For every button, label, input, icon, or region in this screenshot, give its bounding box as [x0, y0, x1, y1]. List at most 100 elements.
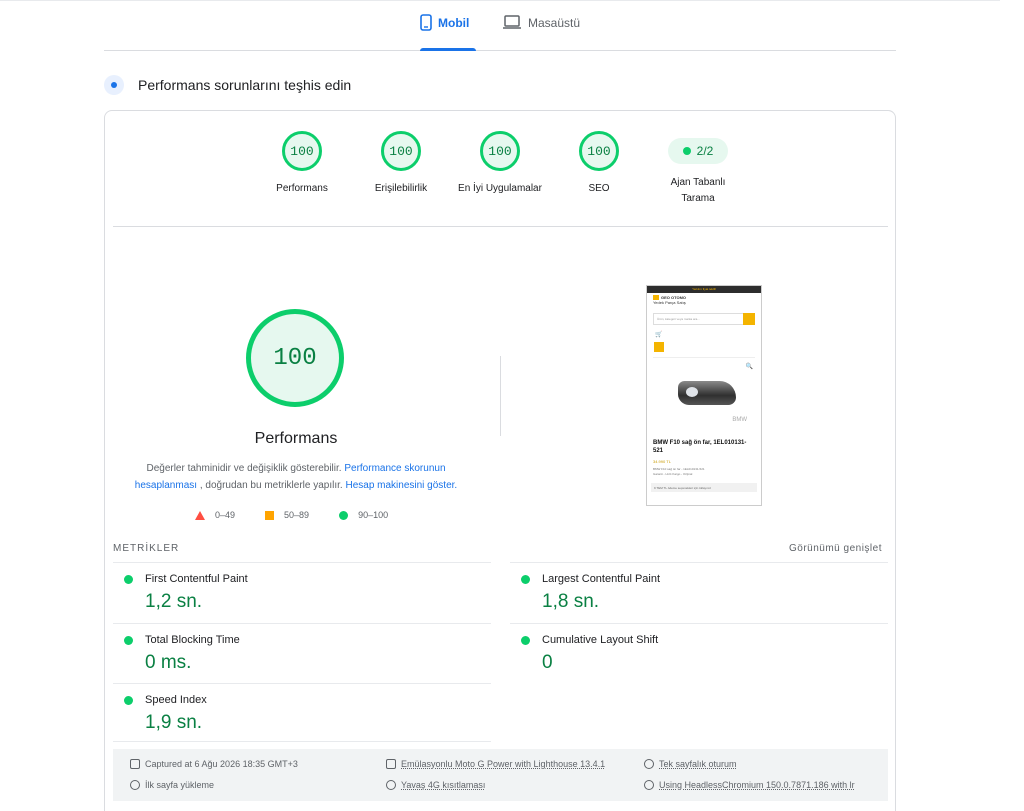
screenshot-brand: GEO OTOMO	[661, 295, 687, 300]
final-screenshot[interactable]: Yazılım fiyat teklifi GEO OTOMO Yedek Pa…	[646, 285, 762, 506]
legend-average: 50–89	[265, 510, 309, 520]
pass-dot-icon	[682, 147, 691, 155]
screenshot-search: Ürün, kategori veya marka ara...	[653, 313, 755, 325]
metric-lcp: Largest Contentful Paint 1,8 sn.	[510, 562, 888, 623]
score-legend: 0–49 50–89 90–100	[195, 510, 388, 520]
screenshot-search-placeholder: Ürün, kategori veya marka ara...	[657, 317, 700, 321]
agent-label-line1: Ajan Tabanlı	[670, 177, 726, 188]
runtime-captured: Captured at 6 Ağu 2026 18:35 GMT+3	[130, 759, 298, 769]
screenshot-price: 34.990 TL	[653, 459, 671, 464]
report-card: 100 Performans 100 Erişilebilirlik 100 E…	[104, 110, 896, 811]
category-gauges: 100 Performans 100 Erişilebilirlik 100 E…	[105, 131, 895, 227]
tab-desktop[interactable]: Masaüstü	[502, 14, 580, 50]
gauge-score: 100	[579, 131, 619, 171]
divider	[113, 226, 888, 227]
legend-good: 90–100	[339, 510, 388, 520]
metric-tbt: Total Blocking Time 0 ms.	[113, 623, 491, 684]
gauge-score: 100	[480, 131, 520, 171]
agent-pill: 2/2	[668, 138, 728, 164]
metric-name: Largest Contentful Paint	[542, 573, 661, 585]
runtime-load: İlk sayfa yükleme	[130, 780, 214, 790]
metric-name: First Contentful Paint	[145, 573, 248, 585]
metric-value: 1,8 sn.	[542, 591, 600, 612]
pass-dot-icon	[124, 636, 133, 645]
search-icon	[743, 313, 755, 325]
gauge-label: Ajan Tabanlı Tarama	[638, 175, 758, 207]
metric-name: Cumulative Layout Shift	[542, 634, 659, 646]
agent-value: 2/2	[696, 144, 714, 158]
screenshot-footer: 9 TEM TL ödeme seçenekleri için tıklayın…	[651, 483, 757, 492]
legend-bad-label: 0–49	[215, 510, 236, 520]
performance-score-gauge: 100	[246, 309, 344, 407]
laptop-icon	[503, 15, 521, 29]
note-text: , doğrudan bu metriklerle yapılır.	[197, 480, 346, 491]
gauge-agentic-browsing[interactable]: 2/2 Ajan Tabanlı Tarama	[638, 131, 758, 207]
screenshot-detail-2: Garanti - Hızlı Kargo - Orijinal	[653, 472, 693, 476]
square-icon	[265, 510, 275, 520]
triangle-icon	[195, 510, 205, 520]
pass-dot-icon	[521, 575, 530, 584]
metric-value: 1,2 sn.	[145, 591, 203, 612]
screenshot-header: GEO OTOMO Yedek Parça Satış	[647, 293, 761, 307]
phone-icon	[420, 14, 432, 31]
metric-si: Speed Index 1,9 sn.	[113, 683, 491, 744]
score-note: Değerler tahminidir ve değişiklik göster…	[133, 460, 459, 494]
brand-mark: BMW	[732, 417, 747, 423]
cart-icon: 🛒	[655, 332, 663, 338]
gauge-score: 100	[282, 131, 322, 171]
pass-dot-icon	[521, 636, 530, 645]
metric-value: 0 ms.	[145, 652, 192, 673]
device-tabs: Mobil Masaüstü	[104, 8, 896, 51]
note-text: Değerler tahminidir ve değişiklik göster…	[146, 463, 345, 474]
screenshot-banner: Yazılım fiyat teklifi	[647, 286, 761, 293]
devices-icon	[386, 759, 396, 769]
metrics-heading: METRİKLER	[113, 543, 180, 554]
tab-desktop-label: Masaüstü	[528, 16, 581, 30]
calendar-icon	[130, 759, 140, 769]
calculator-link[interactable]: Hesap makinesini göster.	[345, 480, 457, 491]
top-divider	[0, 0, 1000, 2]
tab-mobile-label: Mobil	[438, 16, 470, 30]
diagnose-icon	[104, 75, 124, 95]
performance-title: Performans	[254, 430, 338, 447]
menu-icon	[654, 342, 664, 352]
runtime-settings: Captured at 6 Ağu 2026 18:35 GMT+3 İlk s…	[113, 749, 888, 801]
chrome-icon	[644, 780, 654, 790]
legend-bad: 0–49	[195, 510, 235, 520]
runtime-throttling[interactable]: Yavaş 4G kısıtlaması	[386, 780, 485, 790]
pass-dot-icon	[124, 696, 133, 705]
metric-name: Total Blocking Time	[145, 634, 240, 646]
agent-label-line2: Tarama	[681, 193, 715, 204]
wifi-icon	[386, 780, 396, 790]
divider	[113, 741, 491, 742]
runtime-emulation-text: Emülasyonlu Moto G Power with Lighthouse…	[401, 759, 606, 769]
runtime-browser-text: Using HeadlessChromium 150.0.7871.186 wi…	[659, 780, 855, 790]
section-title: Performans sorunlarını teşhis edin	[138, 77, 352, 93]
legend-average-label: 50–89	[284, 510, 310, 520]
vertical-divider	[500, 356, 501, 436]
tab-mobile[interactable]: Mobil	[420, 14, 476, 51]
legend-good-label: 90–100	[358, 510, 389, 520]
runtime-captured-text: Captured at 6 Ağu 2026 18:35 GMT+3	[145, 759, 298, 769]
metric-fcp: First Contentful Paint 1,2 sn.	[113, 562, 491, 623]
session-icon	[644, 759, 654, 769]
circle-icon	[339, 510, 349, 520]
gauge-score: 100	[381, 131, 421, 171]
screenshot-product-image: 🔍 BMW	[653, 357, 755, 431]
metric-name: Speed Index	[145, 694, 207, 706]
screenshot-detail: BMW F10 sağ ön far - 1EL010131-521 Garan…	[653, 467, 755, 477]
metric-value: 0	[542, 652, 553, 673]
runtime-browser[interactable]: Using HeadlessChromium 150.0.7871.186 wi…	[644, 780, 855, 790]
screenshot-detail-1: BMW F10 sağ ön far - 1EL010131-521	[653, 467, 705, 471]
zoom-icon: 🔍	[745, 364, 753, 370]
runtime-session[interactable]: Tek sayfalık oturum	[644, 759, 737, 769]
metric-cls: Cumulative Layout Shift 0	[510, 623, 888, 684]
runtime-session-text: Tek sayfalık oturum	[659, 759, 737, 769]
expand-view-toggle[interactable]: Görünümü genişlet	[789, 543, 882, 554]
runtime-emulation[interactable]: Emülasyonlu Moto G Power with Lighthouse…	[386, 759, 605, 769]
runtime-load-text: İlk sayfa yükleme	[145, 780, 215, 790]
runtime-throttling-text: Yavaş 4G kısıtlaması	[401, 780, 486, 790]
metric-value: 1,9 sn.	[145, 712, 203, 733]
headlight-image	[678, 381, 736, 405]
section-header: Performans sorunlarını teşhis edin	[104, 75, 351, 95]
